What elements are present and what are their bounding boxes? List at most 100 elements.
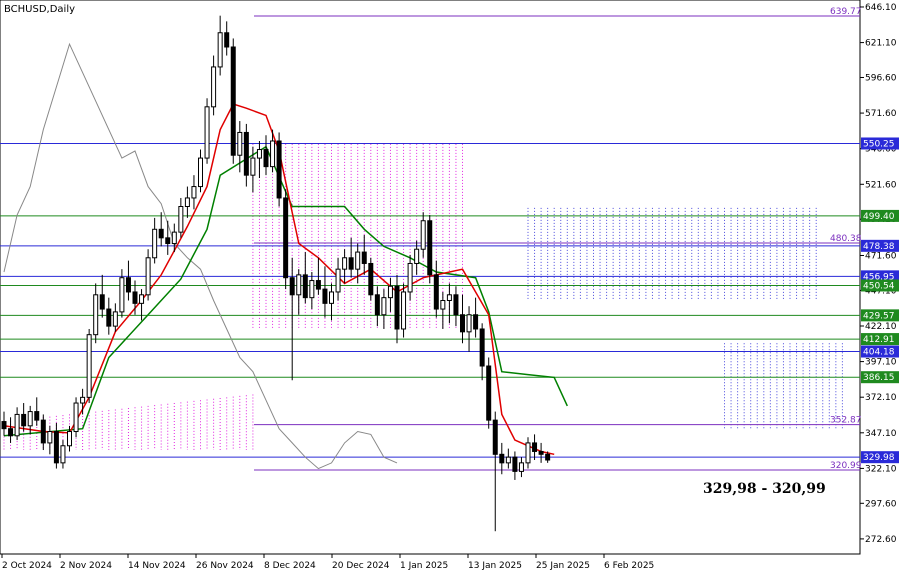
candle-body-39 [256, 149, 262, 159]
candle-body-32 [211, 66, 217, 108]
x-tick-label-0: 2 Oct 2024 [2, 561, 52, 571]
candle-body-15 [99, 294, 105, 310]
candle-body-12 [80, 396, 86, 404]
candle-body-55 [361, 251, 367, 264]
level-badge-label-2: 499.40 [863, 212, 895, 222]
level-badge-label-9: 404.18 [863, 348, 895, 358]
level-badge-label-8: 412.91 [863, 335, 895, 345]
candle-body-83 [545, 453, 551, 461]
candle-body-48 [315, 280, 321, 290]
x-tick-label-9: 6 Feb 2025 [604, 561, 654, 571]
candle-body-36 [237, 131, 243, 156]
candle-body-2 [14, 413, 20, 437]
x-tick-label-6: 1 Jan 2025 [400, 561, 448, 571]
y-tick-label-9: 422.10 [865, 322, 897, 332]
candle-body-41 [270, 140, 276, 168]
candle-body-1 [8, 428, 14, 437]
candle-body-25 [165, 237, 171, 245]
candle-body-28 [184, 197, 190, 208]
candle-body-31 [204, 106, 210, 159]
candle-body-81 [532, 442, 538, 452]
candle-body-35 [230, 46, 236, 156]
candle-body-6 [40, 419, 46, 444]
level-label-11: 352.87 [830, 416, 862, 426]
level-badge-label-7: 429.57 [863, 311, 895, 321]
candle-body-38 [250, 157, 256, 176]
candle-body-4 [27, 411, 33, 427]
candle-body-7 [47, 431, 53, 444]
candle-body-23 [152, 228, 158, 259]
candle-body-79 [518, 462, 524, 472]
candle-body-58 [381, 297, 387, 316]
y-tick-label-15: 272.60 [865, 535, 897, 545]
x-tick-label-8: 25 Jan 2025 [536, 561, 590, 571]
x-tick-label-1: 2 Nov 2024 [60, 561, 112, 571]
candle-body-24 [158, 228, 164, 239]
candle-body-30 [198, 157, 203, 188]
candle-body-56 [368, 262, 374, 296]
level-badge-label-6: 450.54 [863, 281, 895, 291]
y-tick-label-5: 521.60 [865, 180, 897, 190]
candle-body-42 [276, 140, 282, 199]
x-tick-label-3: 26 Nov 2024 [196, 561, 254, 571]
level-badge-label-1: 550.25 [863, 139, 895, 149]
y-tick-label-14: 297.60 [865, 499, 897, 509]
candle-body-69 [453, 294, 459, 316]
candle-body-77 [505, 456, 511, 464]
y-tick-label-3: 571.60 [865, 109, 897, 119]
candle-body-54 [355, 251, 361, 270]
candle-body-63 [414, 248, 420, 264]
candle-body-64 [420, 220, 426, 250]
candle-body-14 [93, 294, 99, 336]
candle-body-82 [538, 450, 544, 455]
x-tick-label-7: 13 Jan 2025 [468, 561, 522, 571]
y-tick-label-10: 397.10 [865, 358, 897, 368]
y-tick-label-12: 347.10 [865, 429, 897, 439]
candle-body-68 [446, 294, 452, 301]
candle-body-11 [73, 402, 79, 433]
candle-body-80 [525, 442, 531, 464]
candle-body-16 [106, 308, 112, 327]
candle-body-49 [322, 288, 328, 304]
candle-body-34 [224, 32, 230, 48]
candle-body-29 [191, 186, 197, 199]
chart-title: BCHUSD,Daily [4, 4, 75, 15]
y-tick-label-1: 621.10 [865, 39, 897, 49]
candle-body-72 [473, 314, 479, 330]
candle-body-67 [440, 299, 446, 310]
candle-body-26 [171, 231, 177, 245]
candle-body-73 [479, 328, 485, 367]
y-tick-label-11: 372.10 [865, 393, 897, 403]
candle-body-8 [53, 431, 59, 464]
candle-body-27 [178, 206, 184, 233]
level-badge-label-10: 386.15 [863, 373, 895, 383]
y-tick-label-2: 596.60 [865, 73, 897, 83]
candle-body-13 [86, 334, 92, 398]
range-annotation: 329,98 - 320,99 [703, 481, 826, 497]
x-tick-label-4: 8 Dec 2024 [264, 561, 316, 571]
y-tick-label-0: 646.10 [865, 3, 897, 13]
candle-body-17 [112, 311, 118, 327]
level-badge-label-4: 478.38 [863, 242, 895, 252]
candle-body-52 [342, 257, 348, 270]
candle-body-71 [466, 314, 472, 333]
candle-body-78 [512, 456, 518, 472]
candle-body-66 [433, 274, 439, 310]
candle-body-75 [492, 419, 498, 455]
candle-body-21 [139, 294, 145, 304]
candle-body-22 [145, 257, 151, 296]
candle-body-3 [21, 413, 27, 427]
candle-body-47 [309, 280, 315, 299]
level-label-13: 320.99 [830, 461, 862, 471]
candle-body-19 [125, 277, 131, 293]
y-tick-label-7: 471.60 [865, 251, 897, 261]
candle-body-70 [460, 314, 465, 333]
candle-body-20 [132, 291, 138, 304]
candle-body-61 [401, 291, 407, 330]
candle-body-62 [407, 262, 413, 293]
price-chart: 639.77 480.38 352.87 320.99 646.10 621.10 596… [0, 0, 899, 571]
x-tick-label-5: 20 Dec 2024 [332, 561, 390, 571]
candle-body-59 [387, 285, 393, 299]
candle-body-9 [60, 445, 66, 464]
candle-body-76 [499, 453, 505, 464]
